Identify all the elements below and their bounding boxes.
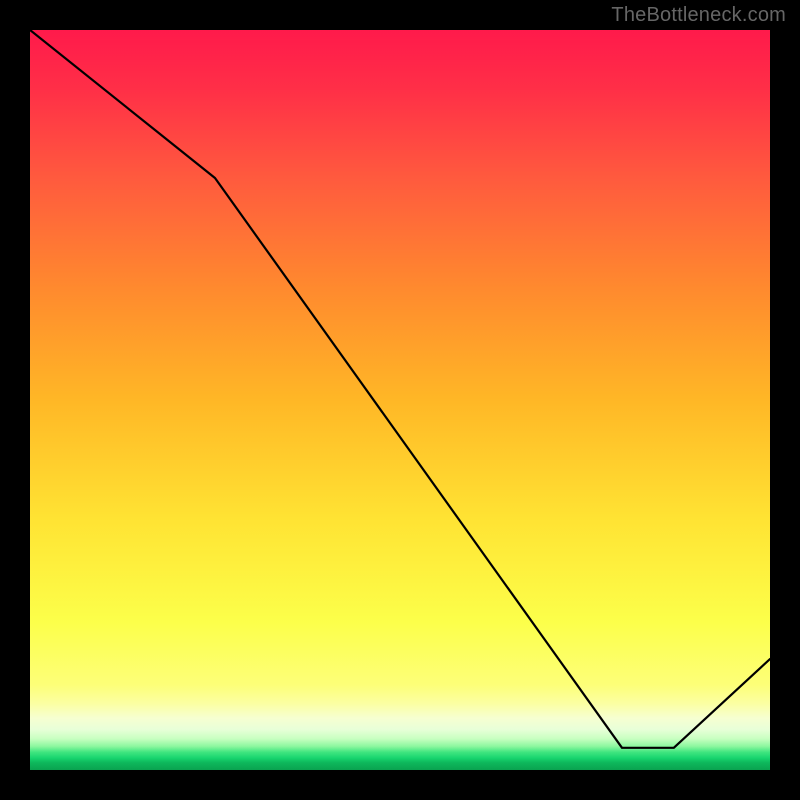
curve-layer xyxy=(30,30,770,770)
bottleneck-curve xyxy=(30,30,770,748)
plot-area xyxy=(30,30,770,770)
chart-frame: TheBottleneck.com xyxy=(0,0,800,800)
attribution-label: TheBottleneck.com xyxy=(611,4,786,27)
